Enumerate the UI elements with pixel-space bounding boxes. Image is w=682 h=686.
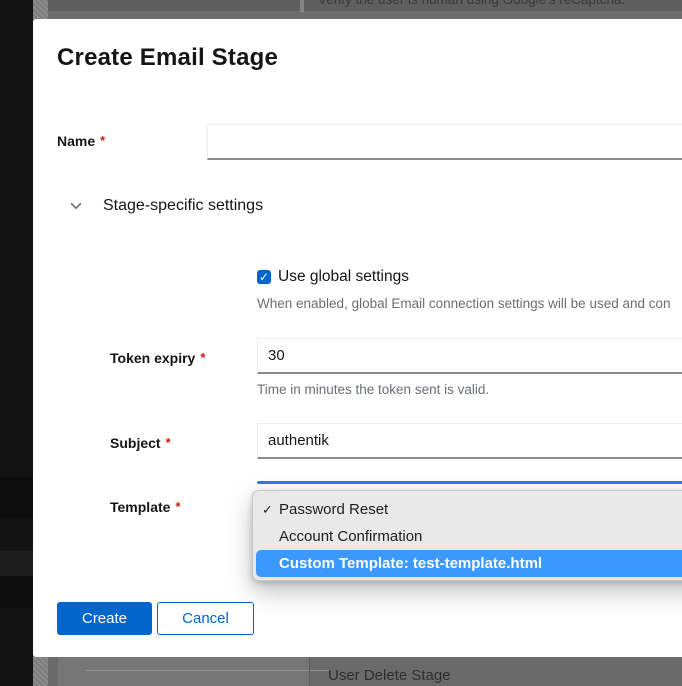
use-global-settings-help: When enabled, global Email connection se… [257,296,671,311]
template-label: Template * [110,499,181,515]
app-sidebar [0,0,33,686]
template-dropdown-menu: ✓ Password Reset Account Confirmation Cu… [252,490,682,581]
create-button[interactable]: Create [57,602,152,635]
create-email-stage-modal: Create Email Stage Name * Stage-specific … [33,19,682,657]
screen: Verify the user is human using Google's … [0,0,682,686]
backdrop-top: Verify the user is human using Google's … [33,0,682,19]
sidebar-section [0,551,33,576]
token-expiry-input[interactable] [257,338,682,374]
subject-input[interactable] [257,423,682,459]
required-asterisk: * [100,133,105,148]
use-global-settings-row: ✓ Use global settings [257,268,409,286]
dropdown-option-label: Account Confirmation [279,528,422,545]
token-expiry-label: Token expiry * [110,350,205,366]
backdrop-table-edge-top [33,0,48,19]
backdrop-table-cell-line [86,670,331,671]
subject-label-text: Subject [110,435,161,451]
required-asterisk: * [200,350,205,365]
subject-label: Subject * [110,435,171,451]
template-label-text: Template [110,499,170,515]
name-label: Name * [57,133,105,149]
dropdown-option-custom-template[interactable]: Custom Template: test-template.html [256,550,682,577]
cancel-button[interactable]: Cancel [157,602,254,635]
check-icon: ✓ [262,496,273,523]
sidebar-section [0,477,33,518]
backdrop-recaptcha-text: Verify the user is human using Google's … [318,0,625,7]
use-global-settings-checkbox[interactable]: ✓ [257,270,271,284]
stage-specific-settings-toggle[interactable]: Stage-specific settings [69,197,263,215]
dropdown-option-password-reset[interactable]: ✓ Password Reset [253,496,682,523]
dropdown-option-label: Custom Template: test-template.html [279,555,542,572]
backdrop-table-cell [58,657,309,686]
backdrop-stage-text: User Delete Stage [328,667,451,684]
backdrop-bottom: User Delete Stage [33,657,682,686]
dropdown-option-account-confirmation[interactable]: Account Confirmation [253,523,682,550]
token-expiry-help: Time in minutes the token sent is valid. [257,382,489,397]
chevron-down-icon [69,199,83,213]
template-select-focus-border[interactable] [257,481,682,484]
section-title: Stage-specific settings [103,197,263,215]
backdrop-column-divider [309,657,310,686]
name-label-text: Name [57,133,95,149]
sidebar-section [0,576,33,608]
required-asterisk: * [166,435,171,450]
modal-title: Create Email Stage [57,44,278,72]
required-asterisk: * [175,499,180,514]
backdrop-table-edge-bottom [33,657,48,686]
backdrop-card-edge [300,0,304,12]
token-expiry-label-text: Token expiry [110,350,195,366]
use-global-settings-label: Use global settings [278,268,409,286]
dropdown-option-label: Password Reset [279,501,388,518]
name-input[interactable] [207,124,682,160]
